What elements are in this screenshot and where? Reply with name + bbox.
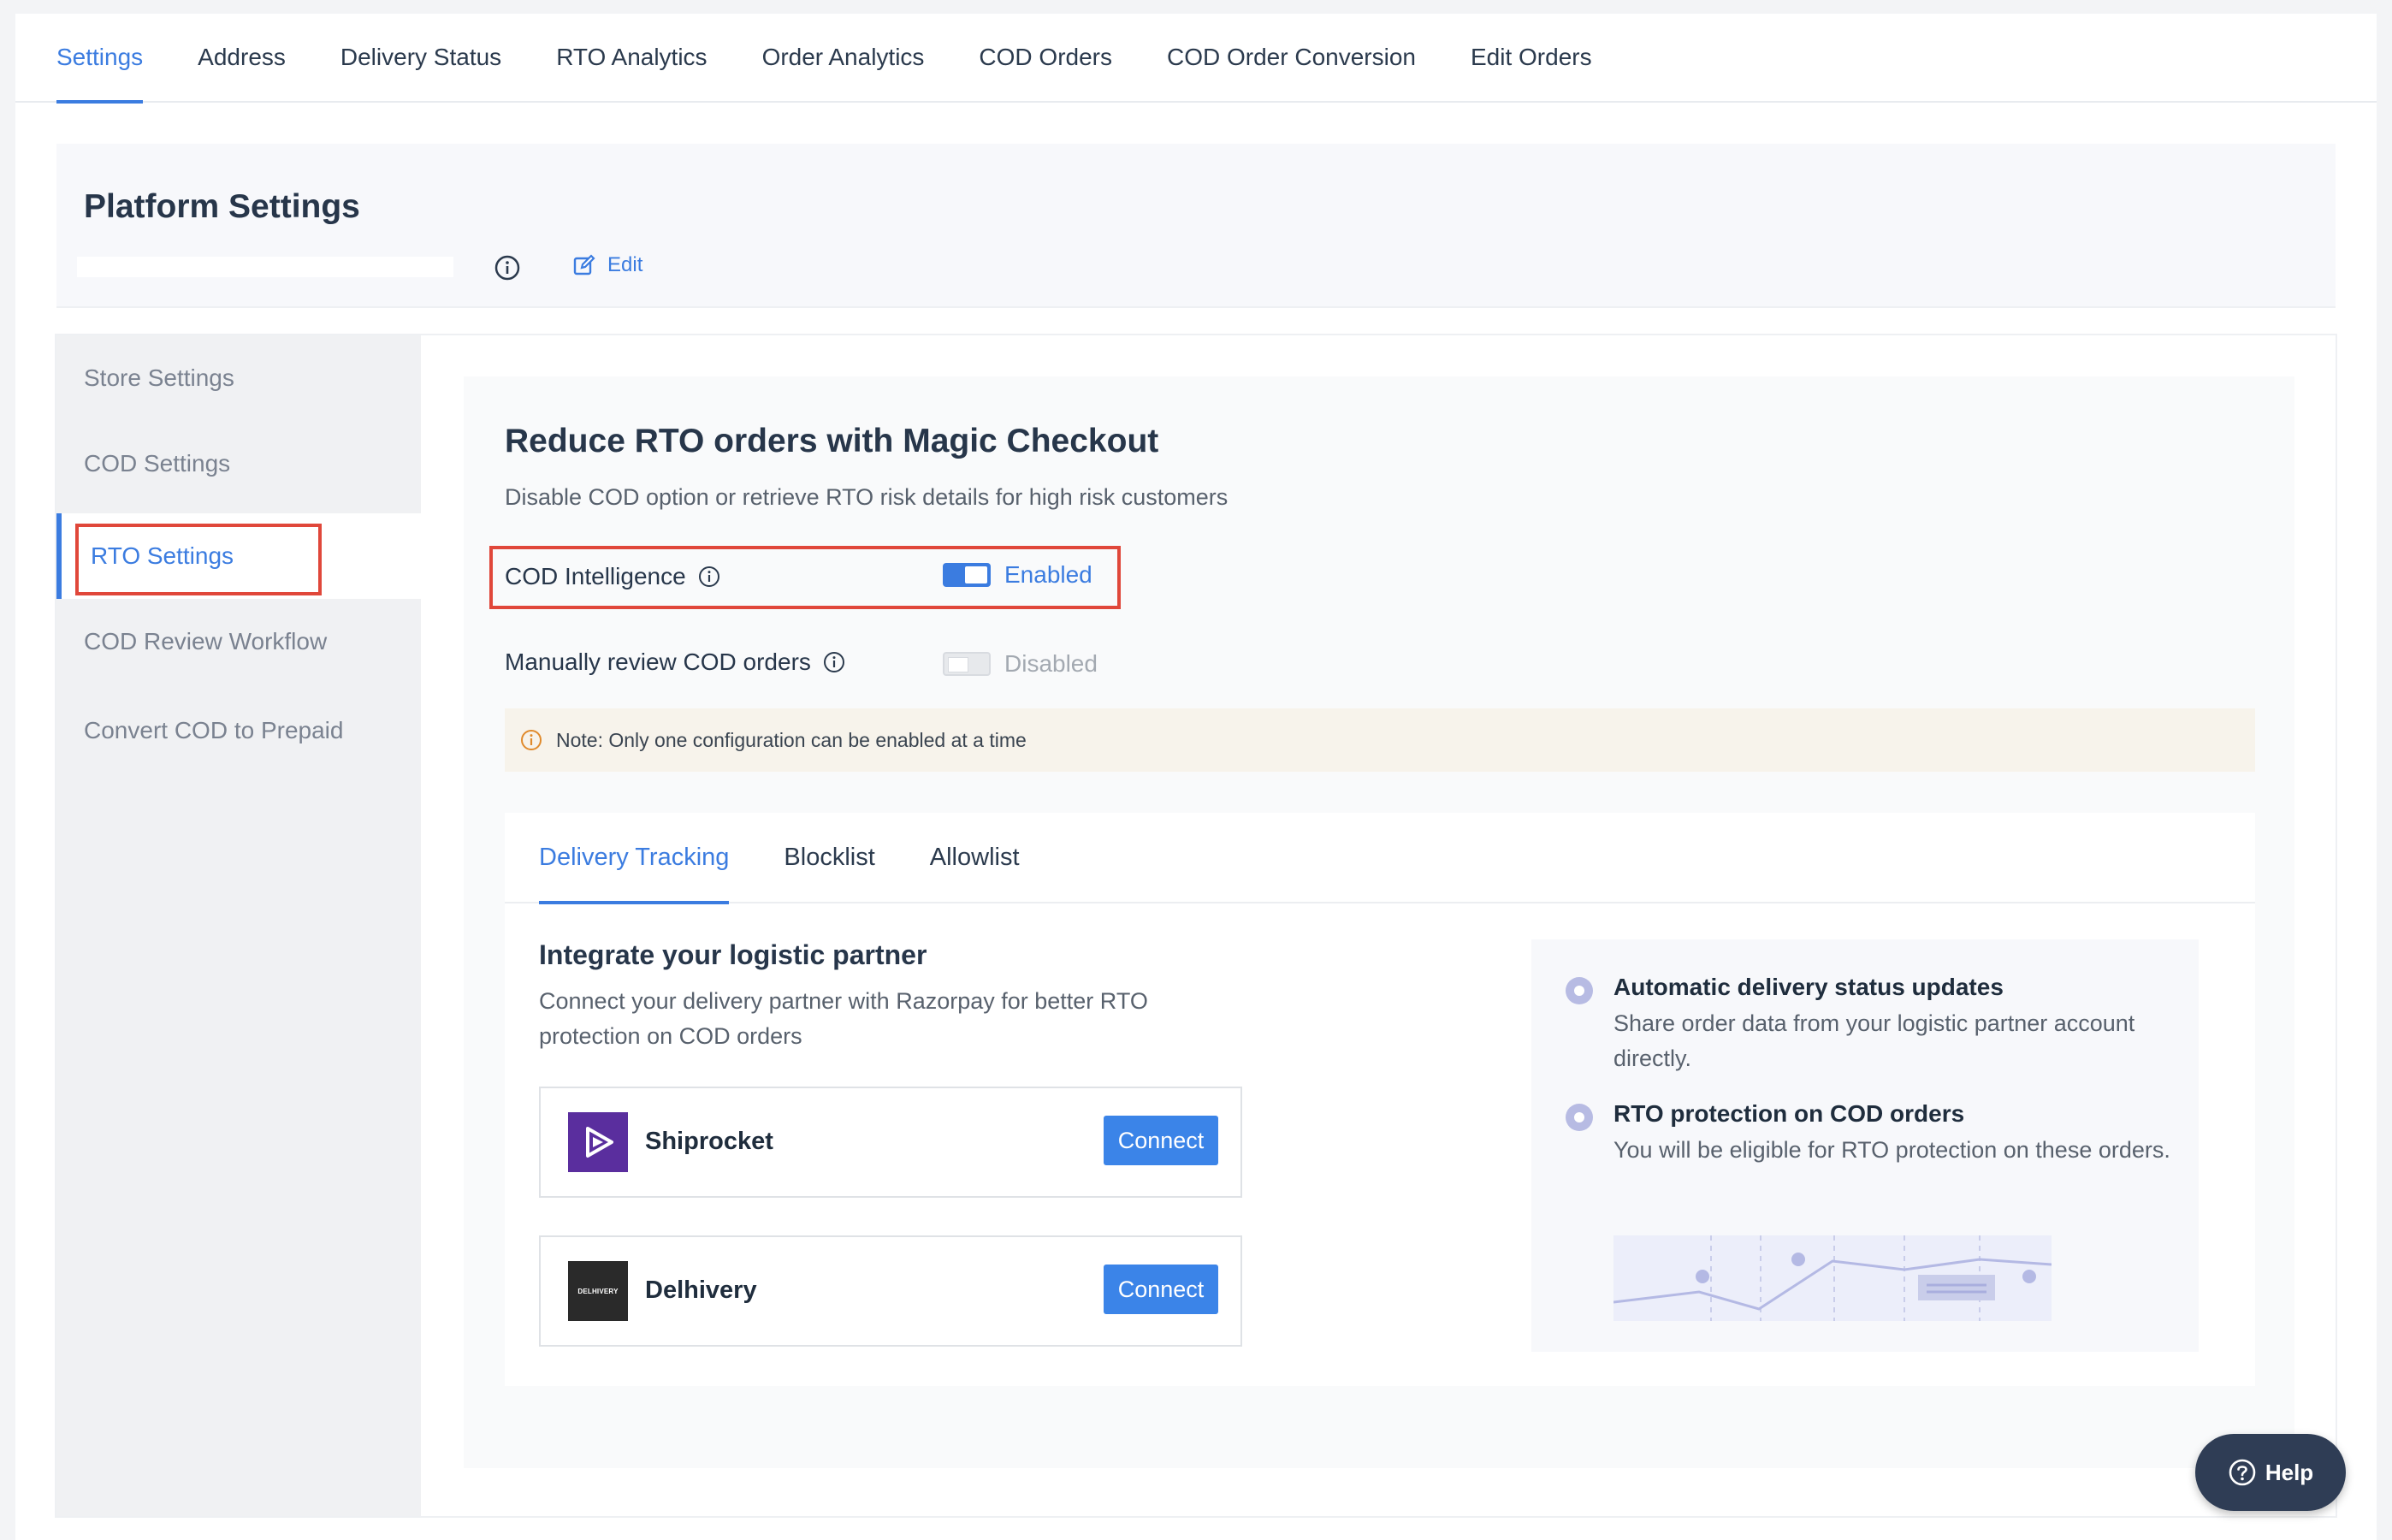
tab-cod-order-conversion[interactable]: COD Order Conversion xyxy=(1167,13,1416,102)
manual-review-toggle[interactable]: Disabled xyxy=(943,650,1098,678)
sidebar-item-convert-cod-to-prepaid[interactable]: Convert COD to Prepaid xyxy=(56,688,421,773)
sidebar-item-store-settings[interactable]: Store Settings xyxy=(56,335,421,421)
sidebar-item-cod-settings[interactable]: COD Settings xyxy=(56,421,421,506)
connect-button[interactable]: Connect xyxy=(1104,1265,1218,1314)
partner-name: Delhivery xyxy=(645,1276,757,1304)
rto-settings-content: Reduce RTO orders with Magic Checkout Di… xyxy=(464,376,2294,1468)
edit-icon xyxy=(573,254,595,275)
edit-label: Edit xyxy=(607,253,643,276)
sidebar-item-rto-settings[interactable]: RTO Settings xyxy=(56,513,421,599)
tracking-illustration xyxy=(1613,1235,2052,1321)
edit-button[interactable]: Edit xyxy=(573,253,642,277)
tab-address[interactable]: Address xyxy=(198,13,286,102)
help-button[interactable]: Help xyxy=(2195,1434,2346,1511)
tab-cod-orders[interactable]: COD Orders xyxy=(979,13,1112,102)
top-navigation: Settings Address Delivery Status RTO Ana… xyxy=(15,13,2377,104)
benefit-title: Automatic delivery status updates xyxy=(1613,974,2004,1000)
platform-field xyxy=(77,257,453,277)
cod-intelligence-toggle[interactable]: Enabled xyxy=(943,561,1092,589)
highlight-box xyxy=(75,524,322,595)
settings-panel: Store Settings COD Settings RTO Settings… xyxy=(56,335,2336,1516)
info-icon[interactable] xyxy=(698,566,720,588)
page-title: Platform Settings xyxy=(84,188,360,225)
toggle-status: Disabled xyxy=(1004,650,1098,677)
bullet-icon xyxy=(1566,1104,1593,1131)
info-icon[interactable] xyxy=(823,651,845,673)
section-title: Reduce RTO orders with Magic Checkout xyxy=(505,423,1159,459)
config-note: Note: Only one configuration can be enab… xyxy=(505,708,2255,772)
tab-settings[interactable]: Settings xyxy=(56,13,144,104)
tab-order-analytics[interactable]: Order Analytics xyxy=(762,13,925,102)
benefit-description: You will be eligible for RTO protection … xyxy=(1613,1137,2170,1163)
tab-blocklist[interactable]: Blocklist xyxy=(784,812,874,903)
shiprocket-logo xyxy=(568,1112,628,1172)
tab-edit-orders[interactable]: Edit Orders xyxy=(1471,13,1592,102)
tab-delivery-status[interactable]: Delivery Status xyxy=(340,13,501,102)
note-text: Note: Only one configuration can be enab… xyxy=(556,728,1027,751)
delhivery-logo: DELHIVERY xyxy=(568,1261,628,1321)
help-icon xyxy=(2229,1459,2256,1486)
tab-delivery-tracking[interactable]: Delivery Tracking xyxy=(539,812,730,904)
toggle-switch xyxy=(943,563,991,587)
partner-card-delhivery: DELHIVERY Delhivery Connect xyxy=(539,1235,1242,1347)
page: Settings Address Delivery Status RTO Ana… xyxy=(15,14,2377,1540)
warning-icon xyxy=(521,730,542,750)
benefit-description: Share order data from your logistic part… xyxy=(1613,1010,2135,1071)
platform-settings-header: Platform Settings Edit xyxy=(56,144,2336,308)
info-icon[interactable] xyxy=(494,255,520,285)
partner-card-shiprocket: Shiprocket Connect xyxy=(539,1087,1242,1198)
help-label: Help xyxy=(2265,1459,2314,1485)
settings-sidebar: Store Settings COD Settings RTO Settings… xyxy=(56,335,421,1516)
bullet-icon xyxy=(1566,977,1593,1004)
integrate-title: Integrate your logistic partner xyxy=(539,939,927,970)
integrate-description: Connect your delivery partner with Razor… xyxy=(539,988,1148,1049)
partner-name: Shiprocket xyxy=(645,1128,773,1155)
cod-intelligence-text: COD Intelligence xyxy=(505,563,686,589)
tab-rto-analytics[interactable]: RTO Analytics xyxy=(556,13,707,102)
sidebar-item-cod-review-workflow[interactable]: COD Review Workflow xyxy=(56,599,421,684)
manual-review-label: Manually review COD orders xyxy=(505,649,845,676)
delhivery-logo-text: DELHIVERY xyxy=(577,1287,619,1295)
manual-review-text: Manually review COD orders xyxy=(505,649,811,675)
toggle-status: Enabled xyxy=(1004,561,1092,588)
benefit-title: RTO protection on COD orders xyxy=(1613,1100,1965,1127)
toggle-switch xyxy=(943,652,991,676)
inner-tabs: Delivery Tracking Blocklist Allowlist xyxy=(505,812,2255,904)
tab-allowlist[interactable]: Allowlist xyxy=(930,812,1020,903)
delivery-tracking-card: Delivery Tracking Blocklist Allowlist In… xyxy=(505,813,2255,1386)
connect-button[interactable]: Connect xyxy=(1104,1116,1218,1165)
section-subtitle: Disable COD option or retrieve RTO risk … xyxy=(505,484,1229,510)
cod-intelligence-label: COD Intelligence xyxy=(505,563,720,590)
benefits-panel: Automatic delivery status updates Share … xyxy=(1531,939,2199,1352)
